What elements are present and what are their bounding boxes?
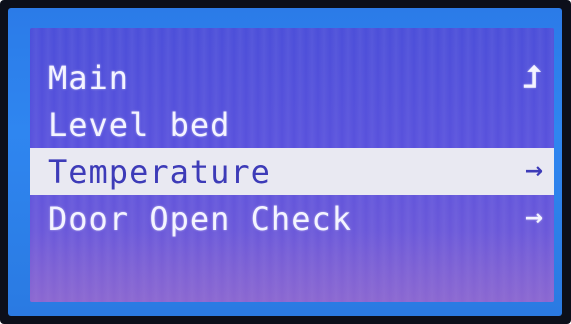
menu-item-label: Temperature [48, 152, 271, 191]
menu-item-door-open-check[interactable]: Door Open Check → [30, 195, 554, 242]
menu-item-label: Level bed [48, 105, 231, 144]
right-arrow-icon: → [524, 206, 544, 231]
menu-item-temperature[interactable]: Temperature → [30, 148, 554, 195]
right-arrow-icon: → [524, 159, 544, 184]
menu-item-label: Door Open Check [48, 199, 352, 238]
menu-item-level-bed[interactable]: Level bed [30, 101, 554, 148]
device-frame: Main ⮥ Level bed Temperature → Door Open… [0, 0, 571, 324]
up-arrow-icon: ⮥ [523, 60, 542, 95]
lcd-screen: Main ⮥ Level bed Temperature → Door Open… [30, 28, 554, 302]
menu-item-label: Main [48, 58, 130, 97]
menu-item-main[interactable]: Main ⮥ [30, 54, 554, 101]
lcd-bezel: Main ⮥ Level bed Temperature → Door Open… [8, 8, 562, 316]
menu: Main ⮥ Level bed Temperature → Door Open… [30, 54, 554, 242]
